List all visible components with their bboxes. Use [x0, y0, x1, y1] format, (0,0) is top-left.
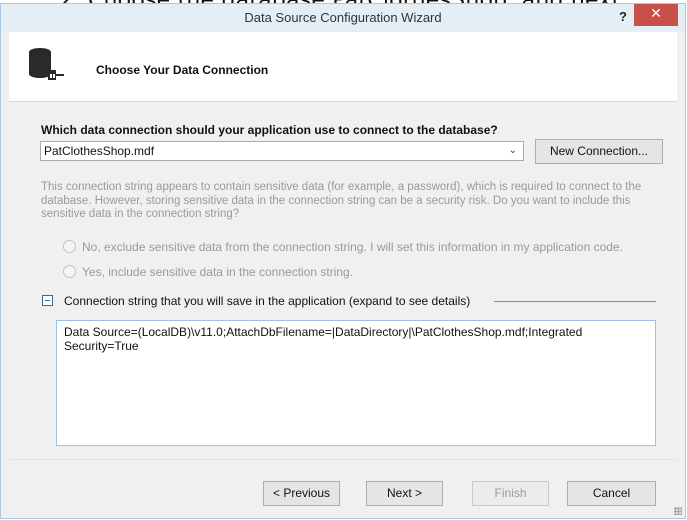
connection-string-label: Connection string that you will save in …	[64, 294, 477, 308]
exclude-sensitive-radio[interactable]: No, exclude sensitive data from the conn…	[63, 240, 623, 254]
window-title: Data Source Configuration Wizard	[244, 10, 442, 25]
cancel-button[interactable]: Cancel	[567, 481, 656, 506]
minus-icon	[45, 300, 50, 301]
sensitive-data-description: This connection string appears to contai…	[41, 181, 642, 220]
exclude-sensitive-label: No, exclude sensitive data from the conn…	[82, 240, 623, 254]
connection-string-textbox[interactable]: Data Source=(LocalDB)\v11.0;AttachDbFile…	[56, 320, 656, 446]
wizard-header: Choose Your Data Connection	[9, 32, 677, 102]
footer-divider	[9, 459, 677, 460]
next-button[interactable]: Next >	[366, 481, 443, 506]
radio-icon	[63, 265, 76, 278]
close-button[interactable]: ✕	[634, 4, 678, 26]
new-connection-button[interactable]: New Connection...	[535, 139, 663, 164]
divider	[494, 301, 656, 302]
data-connection-dropdown[interactable]: PatClothesShop.mdf ⌄	[40, 141, 524, 161]
page-title: Choose Your Data Connection	[96, 63, 269, 77]
include-sensitive-radio[interactable]: Yes, include sensitive data in the conne…	[63, 265, 353, 279]
data-connection-value: PatClothesShop.mdf	[44, 144, 155, 158]
title-bar: Data Source Configuration Wizard ? ✕	[1, 4, 685, 32]
include-sensitive-label: Yes, include sensitive data in the conne…	[82, 265, 354, 279]
finish-button[interactable]: Finish	[472, 481, 549, 506]
previous-button[interactable]: < Previous	[263, 481, 340, 506]
connection-question-label: Which data connection should your applic…	[41, 123, 498, 137]
resize-grip[interactable]	[674, 507, 682, 515]
help-button[interactable]: ?	[613, 8, 633, 26]
chevron-down-icon: ⌄	[508, 145, 517, 156]
radio-icon	[63, 240, 76, 253]
collapse-toggle[interactable]	[42, 295, 53, 306]
wizard-body: Which data connection should your applic…	[9, 102, 677, 446]
database-plug-icon	[29, 48, 64, 80]
wizard-dialog: Data Source Configuration Wizard ? ✕ Cho…	[0, 3, 686, 519]
